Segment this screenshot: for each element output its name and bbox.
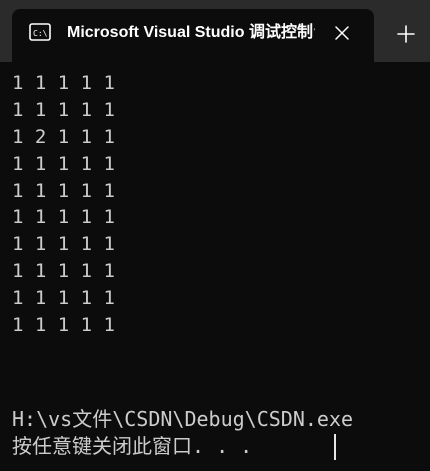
console-footer: H:\vs文件\CSDN\Debug\CSDN.exe 按任意键关闭此窗口. .…: [12, 406, 428, 460]
output-line: 1 1 1 1 1: [12, 233, 115, 256]
tab-bar: C:\ Microsoft Visual Studio 调试控制台: [0, 0, 430, 62]
plus-icon[interactable]: [392, 20, 420, 48]
output-line: 1 1 1 1 1: [12, 98, 115, 121]
close-icon[interactable]: [330, 21, 354, 45]
output-line: 1 2 1 1 1: [12, 125, 115, 148]
exe-path-line: H:\vs文件\CSDN\Debug\CSDN.exe: [12, 407, 354, 431]
console-output: 1 1 1 1 1 1 1 1 1 1 1 2 1 1 1 1 1 1 1 1 …: [12, 70, 422, 339]
tab-debug-console[interactable]: C:\ Microsoft Visual Studio 调试控制台: [12, 9, 374, 62]
output-line: 1 1 1 1 1: [12, 260, 115, 283]
tab-title: Microsoft Visual Studio 调试控制台: [67, 24, 315, 41]
console-app-icon: C:\: [29, 23, 51, 41]
output-line: 1 1 1 1 1: [12, 314, 115, 337]
output-line: 1 1 1 1 1: [12, 206, 115, 229]
close-prompt-line: 按任意键关闭此窗口. . .: [12, 434, 253, 458]
output-line: 1 1 1 1 1: [12, 179, 115, 202]
output-line: 1 1 1 1 1: [12, 72, 115, 94]
output-line: 1 1 1 1 1: [12, 287, 115, 310]
text-cursor: [334, 434, 336, 460]
terminal-window: C:\ Microsoft Visual Studio 调试控制台 1 1 1 …: [0, 0, 430, 471]
svg-text:C:\: C:\: [33, 29, 48, 38]
output-line: 1 1 1 1 1: [12, 152, 115, 175]
output-grid: 1 1 1 1 1 1 1 1 1 1 1 2 1 1 1 1 1 1 1 1 …: [12, 70, 422, 339]
